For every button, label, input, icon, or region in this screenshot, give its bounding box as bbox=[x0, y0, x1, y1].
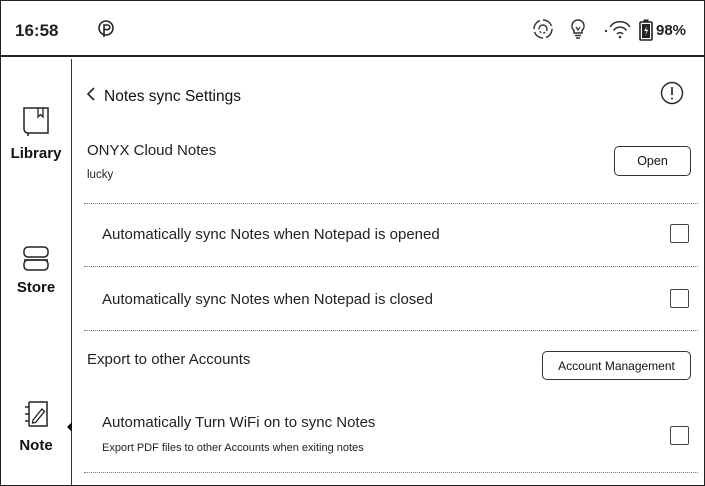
settings-panel: Notes sync Settings ONYX Cloud Notes luc… bbox=[72, 59, 704, 485]
chevron-left-icon bbox=[86, 86, 96, 107]
status-bar: 16:58 98% bbox=[1, 1, 704, 57]
sidebar-item-label: Library bbox=[10, 145, 62, 162]
setting-label: Automatically sync Notes when Notepad is… bbox=[102, 291, 433, 308]
open-button[interactable]: Open bbox=[614, 146, 691, 176]
sidebar-item-label: Store bbox=[16, 279, 56, 296]
pen-note-icon bbox=[1, 399, 71, 431]
page-header: Notes sync Settings bbox=[72, 59, 704, 119]
divider bbox=[84, 472, 698, 473]
cloud-notes-row: ONYX Cloud Notes lucky Open bbox=[72, 119, 698, 204]
sidebar-item-library[interactable]: Library bbox=[1, 105, 71, 162]
setting-row-closed[interactable]: Automatically sync Notes when Notepad is… bbox=[72, 267, 698, 331]
sidebar-item-note[interactable]: Note bbox=[1, 399, 71, 454]
setting-description: Export PDF files to other Accounts when … bbox=[102, 442, 364, 454]
back-button[interactable]: Notes sync Settings bbox=[86, 86, 241, 107]
export-row: Export to other Accounts Account Managem… bbox=[72, 331, 698, 391]
sync-on-close-checkbox[interactable] bbox=[670, 289, 689, 308]
auto-wifi-checkbox[interactable] bbox=[670, 426, 689, 445]
sidebar: Library Store Note bbox=[1, 59, 72, 485]
setting-label: Automatically sync Notes when Notepad is… bbox=[102, 226, 440, 243]
wifi-icon[interactable] bbox=[603, 18, 633, 45]
battery-icon bbox=[639, 19, 653, 46]
p-logo-icon bbox=[97, 20, 115, 45]
sync-on-open-checkbox[interactable] bbox=[670, 224, 689, 243]
info-icon[interactable] bbox=[660, 81, 684, 110]
export-title: Export to other Accounts bbox=[87, 351, 251, 368]
status-time: 16:58 bbox=[15, 21, 59, 40]
store-icon bbox=[1, 245, 71, 273]
battery-percentage: 98% bbox=[656, 22, 687, 39]
lightbulb-icon[interactable] bbox=[569, 18, 587, 45]
sidebar-item-store[interactable]: Store bbox=[1, 245, 71, 296]
setting-label: Automatically Turn WiFi on to sync Notes bbox=[102, 414, 376, 431]
account-management-button[interactable]: Account Management bbox=[542, 351, 691, 380]
setting-row-opened[interactable]: Automatically sync Notes when Notepad is… bbox=[72, 204, 698, 267]
sidebar-item-label: Note bbox=[19, 437, 53, 454]
device-screen: 16:58 98% Library Store Note Notes sync … bbox=[0, 0, 705, 486]
cloud-account-name: lucky bbox=[87, 169, 114, 181]
page-title: Notes sync Settings bbox=[104, 87, 241, 105]
book-icon bbox=[1, 105, 71, 139]
setting-row-wifi[interactable]: Automatically Turn WiFi on to sync Notes… bbox=[72, 399, 698, 473]
cloud-notes-title: ONYX Cloud Notes bbox=[87, 142, 217, 159]
sync-icon[interactable] bbox=[532, 18, 554, 45]
